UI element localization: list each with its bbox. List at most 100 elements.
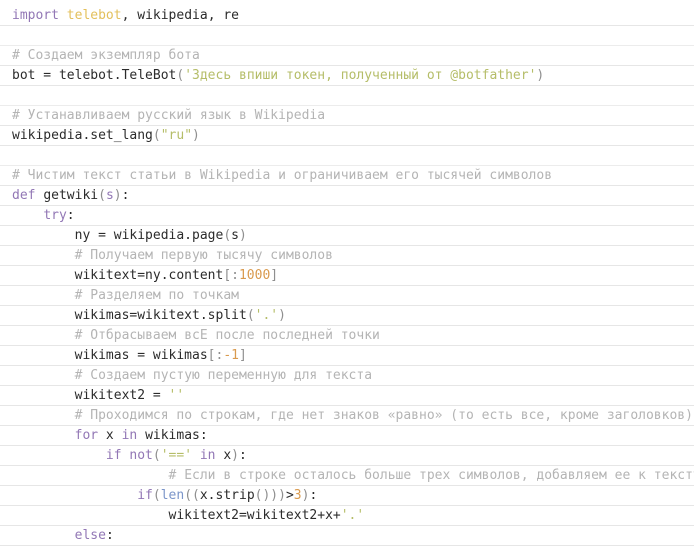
code-token-com: # Создаем экземпляр бота	[12, 48, 200, 63]
code-token-com: # Получаем первую тысячу символов	[74, 248, 333, 263]
code-token-plain: x	[215, 448, 232, 463]
code-token-plain: ,	[121, 8, 138, 23]
code-token-plain: wikipedia	[137, 8, 208, 23]
code-token-plain: wikimas:	[137, 428, 208, 443]
code-token-str: '.'	[340, 508, 365, 523]
code-token-plain: :	[239, 448, 247, 463]
code-token-plain: wikitext2=wikitext2+x+	[12, 508, 341, 523]
code-token-punct: ((	[184, 488, 200, 503]
code-token-com: # Разделяем по точкам	[74, 288, 239, 303]
code-token-plain: :	[121, 188, 130, 203]
code-line: else:	[0, 526, 694, 546]
code-line: import telebot, wikipedia, re	[0, 6, 694, 26]
code-token-punct: )	[192, 128, 200, 143]
code-token-punct: ()))	[254, 488, 286, 503]
code-line: # Получаем первую тысячу символов	[0, 246, 694, 266]
code-token-punct: [:	[223, 268, 239, 283]
code-token-com: # Чистим текст статьи в Wikipedia и огра…	[12, 168, 553, 183]
code-token-str: 'Здесь впиши токен, полученный от @botfa…	[184, 68, 537, 83]
code-token-com: # Устанавливаем русский язык в Wikipedia	[12, 108, 326, 123]
code-line: # Разделяем по точкам	[0, 286, 694, 306]
code-token-plain: :	[309, 488, 318, 503]
code-token-punct: (	[152, 128, 161, 143]
code-token-com: # Если в строке осталось больше трех сим…	[168, 468, 694, 483]
code-line: bot = telebot.TeleBot('Здесь впиши токен…	[0, 66, 694, 86]
code-token-punct: (	[223, 228, 232, 243]
code-token-punct: )	[238, 228, 247, 243]
code-line: for x in wikimas:	[0, 426, 694, 446]
code-token-plain: wikipedia.set_lang	[12, 128, 153, 143]
code-token-builtin: len	[160, 488, 185, 503]
code-token-plain: bot = telebot.TeleBot	[12, 68, 177, 83]
code-token-punct: (	[246, 308, 255, 323]
code-token-com: # Создаем пустую переменную для текста	[74, 368, 373, 383]
code-token-plain: re	[223, 8, 240, 23]
code-token-plain: :	[66, 208, 75, 223]
code-token-num: -1	[223, 348, 239, 363]
code-token-kw: not	[129, 448, 153, 463]
code-token-kw: else	[74, 528, 106, 543]
code-token-plain: ,	[207, 8, 224, 23]
code-token-kw: def	[12, 188, 36, 203]
code-token-plain: :	[105, 528, 114, 543]
code-token-str: ''	[168, 388, 185, 403]
code-token-plain: wikimas=wikitext.split	[12, 308, 247, 323]
code-token-str: '.'	[254, 308, 279, 323]
code-token-kw: in	[121, 428, 138, 443]
code-token-kw: if	[137, 488, 153, 503]
code-line: wikitext=ny.content[:1000]	[0, 266, 694, 286]
code-line: if(len((x.strip()))>3):	[0, 486, 694, 506]
code-line: wikitext2 = ''	[0, 386, 694, 406]
code-line-blank	[0, 86, 694, 106]
code-line: # Если в строке осталось больше трех сим…	[0, 466, 694, 486]
code-line: wikitext2=wikitext2+x+'.'	[0, 506, 694, 526]
code-token-plain: x.strip	[199, 488, 255, 503]
code-token-kw: if	[105, 448, 122, 463]
code-token-num: 1000	[238, 268, 271, 283]
code-line: def getwiki(s):	[0, 186, 694, 206]
code-token-punct: [:	[207, 348, 224, 363]
code-token-com: # Отбрасываем всЕ после последней точки	[74, 328, 380, 343]
code-token-kw: import	[12, 8, 59, 23]
code-line: wikimas = wikimas[:-1]	[0, 346, 694, 366]
code-token-plain: s	[231, 228, 239, 243]
code-line: # Отбрасываем всЕ после последней точки	[0, 326, 694, 346]
code-token-punct: ]	[238, 348, 247, 363]
code-token-fn: getwiki	[43, 188, 99, 203]
code-token-plain: x	[98, 428, 122, 443]
code-token-punct: ]	[270, 268, 279, 283]
code-line: try:	[0, 206, 694, 226]
code-token-punct: (	[152, 448, 161, 463]
code-token-punct: )	[113, 188, 122, 203]
code-line: wikimas=wikitext.split('.')	[0, 306, 694, 326]
code-token-str: '=='	[160, 448, 193, 463]
code-line: # Создаем пустую переменную для текста	[0, 366, 694, 386]
code-line: wikipedia.set_lang("ru")	[0, 126, 694, 146]
code-token-punct: (	[152, 488, 161, 503]
code-line: if not('==' in x):	[0, 446, 694, 466]
code-line: # Устанавливаем русский язык в Wikipedia	[0, 106, 694, 126]
code-token-plain: wikitext=ny.content	[12, 268, 224, 283]
code-token-kw: in	[199, 448, 216, 463]
code-token-str: "ru"	[160, 128, 193, 143]
code-token-punct: )	[278, 308, 286, 323]
code-token-punct: )	[231, 448, 239, 463]
code-token-param: s	[105, 188, 114, 203]
code-token-kw: try	[43, 208, 67, 223]
code-token-plain: wikimas = wikimas	[12, 348, 208, 363]
code-line: # Чистим текст статьи в Wikipedia и огра…	[0, 166, 694, 186]
code-token-plain: wikitext2 =	[12, 388, 169, 403]
code-listing: import telebot, wikipedia, re # Создаем …	[0, 0, 694, 546]
